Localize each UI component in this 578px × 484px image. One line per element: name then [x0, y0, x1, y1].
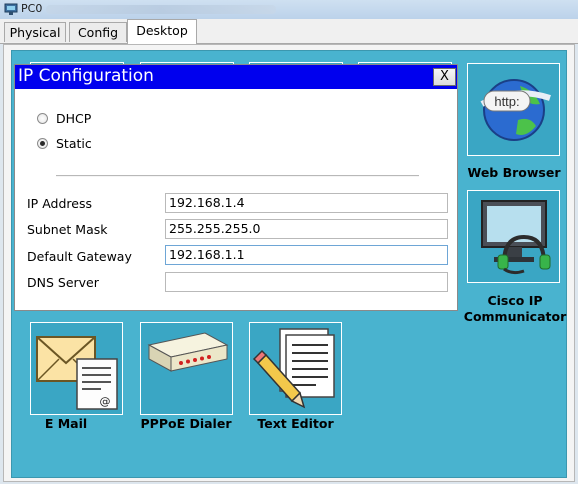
default-gateway-input[interactable]: 192.168.1.1 [165, 245, 448, 265]
dialog-title: IP Configuration [18, 66, 154, 86]
cisco-ip-communicator-label[interactable]: Cisco IP Communicator [458, 293, 572, 325]
subnet-mask-input[interactable]: 255.255.255.0 [165, 219, 448, 239]
cisco-ip-communicator-tile[interactable] [467, 190, 560, 283]
dns-server-label: DNS Server [27, 275, 99, 290]
default-gateway-label: Default Gateway [27, 249, 132, 264]
cisco-ip-communicator-label-line-2: Communicator [463, 309, 567, 324]
text-editor-tile[interactable] [249, 322, 342, 415]
subnet-mask-label: Subnet Mask [27, 222, 108, 237]
dialog-titlebar[interactable]: IP Configuration X [15, 65, 457, 89]
dhcp-radio[interactable] [37, 113, 48, 124]
svg-text:http:: http: [494, 94, 519, 109]
radio-selected-dot [40, 141, 45, 146]
window-title-blurred [46, 5, 276, 14]
window-titlebar: PC0 [0, 0, 578, 20]
tab-physical[interactable]: Physical [4, 22, 66, 42]
dhcp-label: DHCP [56, 111, 92, 126]
web-browser-icon: http: [480, 79, 551, 141]
email-tile[interactable]: @ [30, 322, 123, 415]
static-label: Static [56, 136, 92, 151]
tab-desktop[interactable]: Desktop [127, 19, 197, 44]
dns-server-input[interactable] [165, 272, 448, 292]
packet-tracer-icon [4, 3, 18, 15]
tab-config[interactable]: Config [69, 22, 127, 42]
ip-address-label: IP Address [27, 196, 92, 211]
cisco-ip-communicator-label-line-1: Cisco IP [487, 293, 543, 308]
ip-address-input[interactable]: 192.168.1.4 [165, 193, 448, 213]
tab-strip: Physical Config Desktop [0, 19, 578, 44]
email-label[interactable]: E Mail [30, 416, 102, 431]
pppoe-dialer-label[interactable]: PPPoE Dialer [136, 416, 236, 431]
close-button[interactable]: X [433, 68, 456, 86]
separator [56, 175, 419, 177]
svg-text:@: @ [100, 395, 111, 408]
email-icon: @ [36, 336, 118, 410]
cisco-ip-communicator-icon [481, 200, 551, 275]
pppoe-dialer-icon [147, 332, 229, 372]
static-radio[interactable] [37, 138, 48, 149]
web-browser-label[interactable]: Web Browser [466, 165, 562, 180]
text-editor-icon [252, 328, 335, 409]
window-title: PC0 [21, 2, 43, 15]
text-editor-label[interactable]: Text Editor [249, 416, 342, 431]
ip-configuration-dialog: IP Configuration X DHCP Static IP Addres… [14, 64, 458, 311]
pppoe-dialer-tile[interactable] [140, 322, 233, 415]
web-browser-tile[interactable]: http: [467, 63, 560, 156]
